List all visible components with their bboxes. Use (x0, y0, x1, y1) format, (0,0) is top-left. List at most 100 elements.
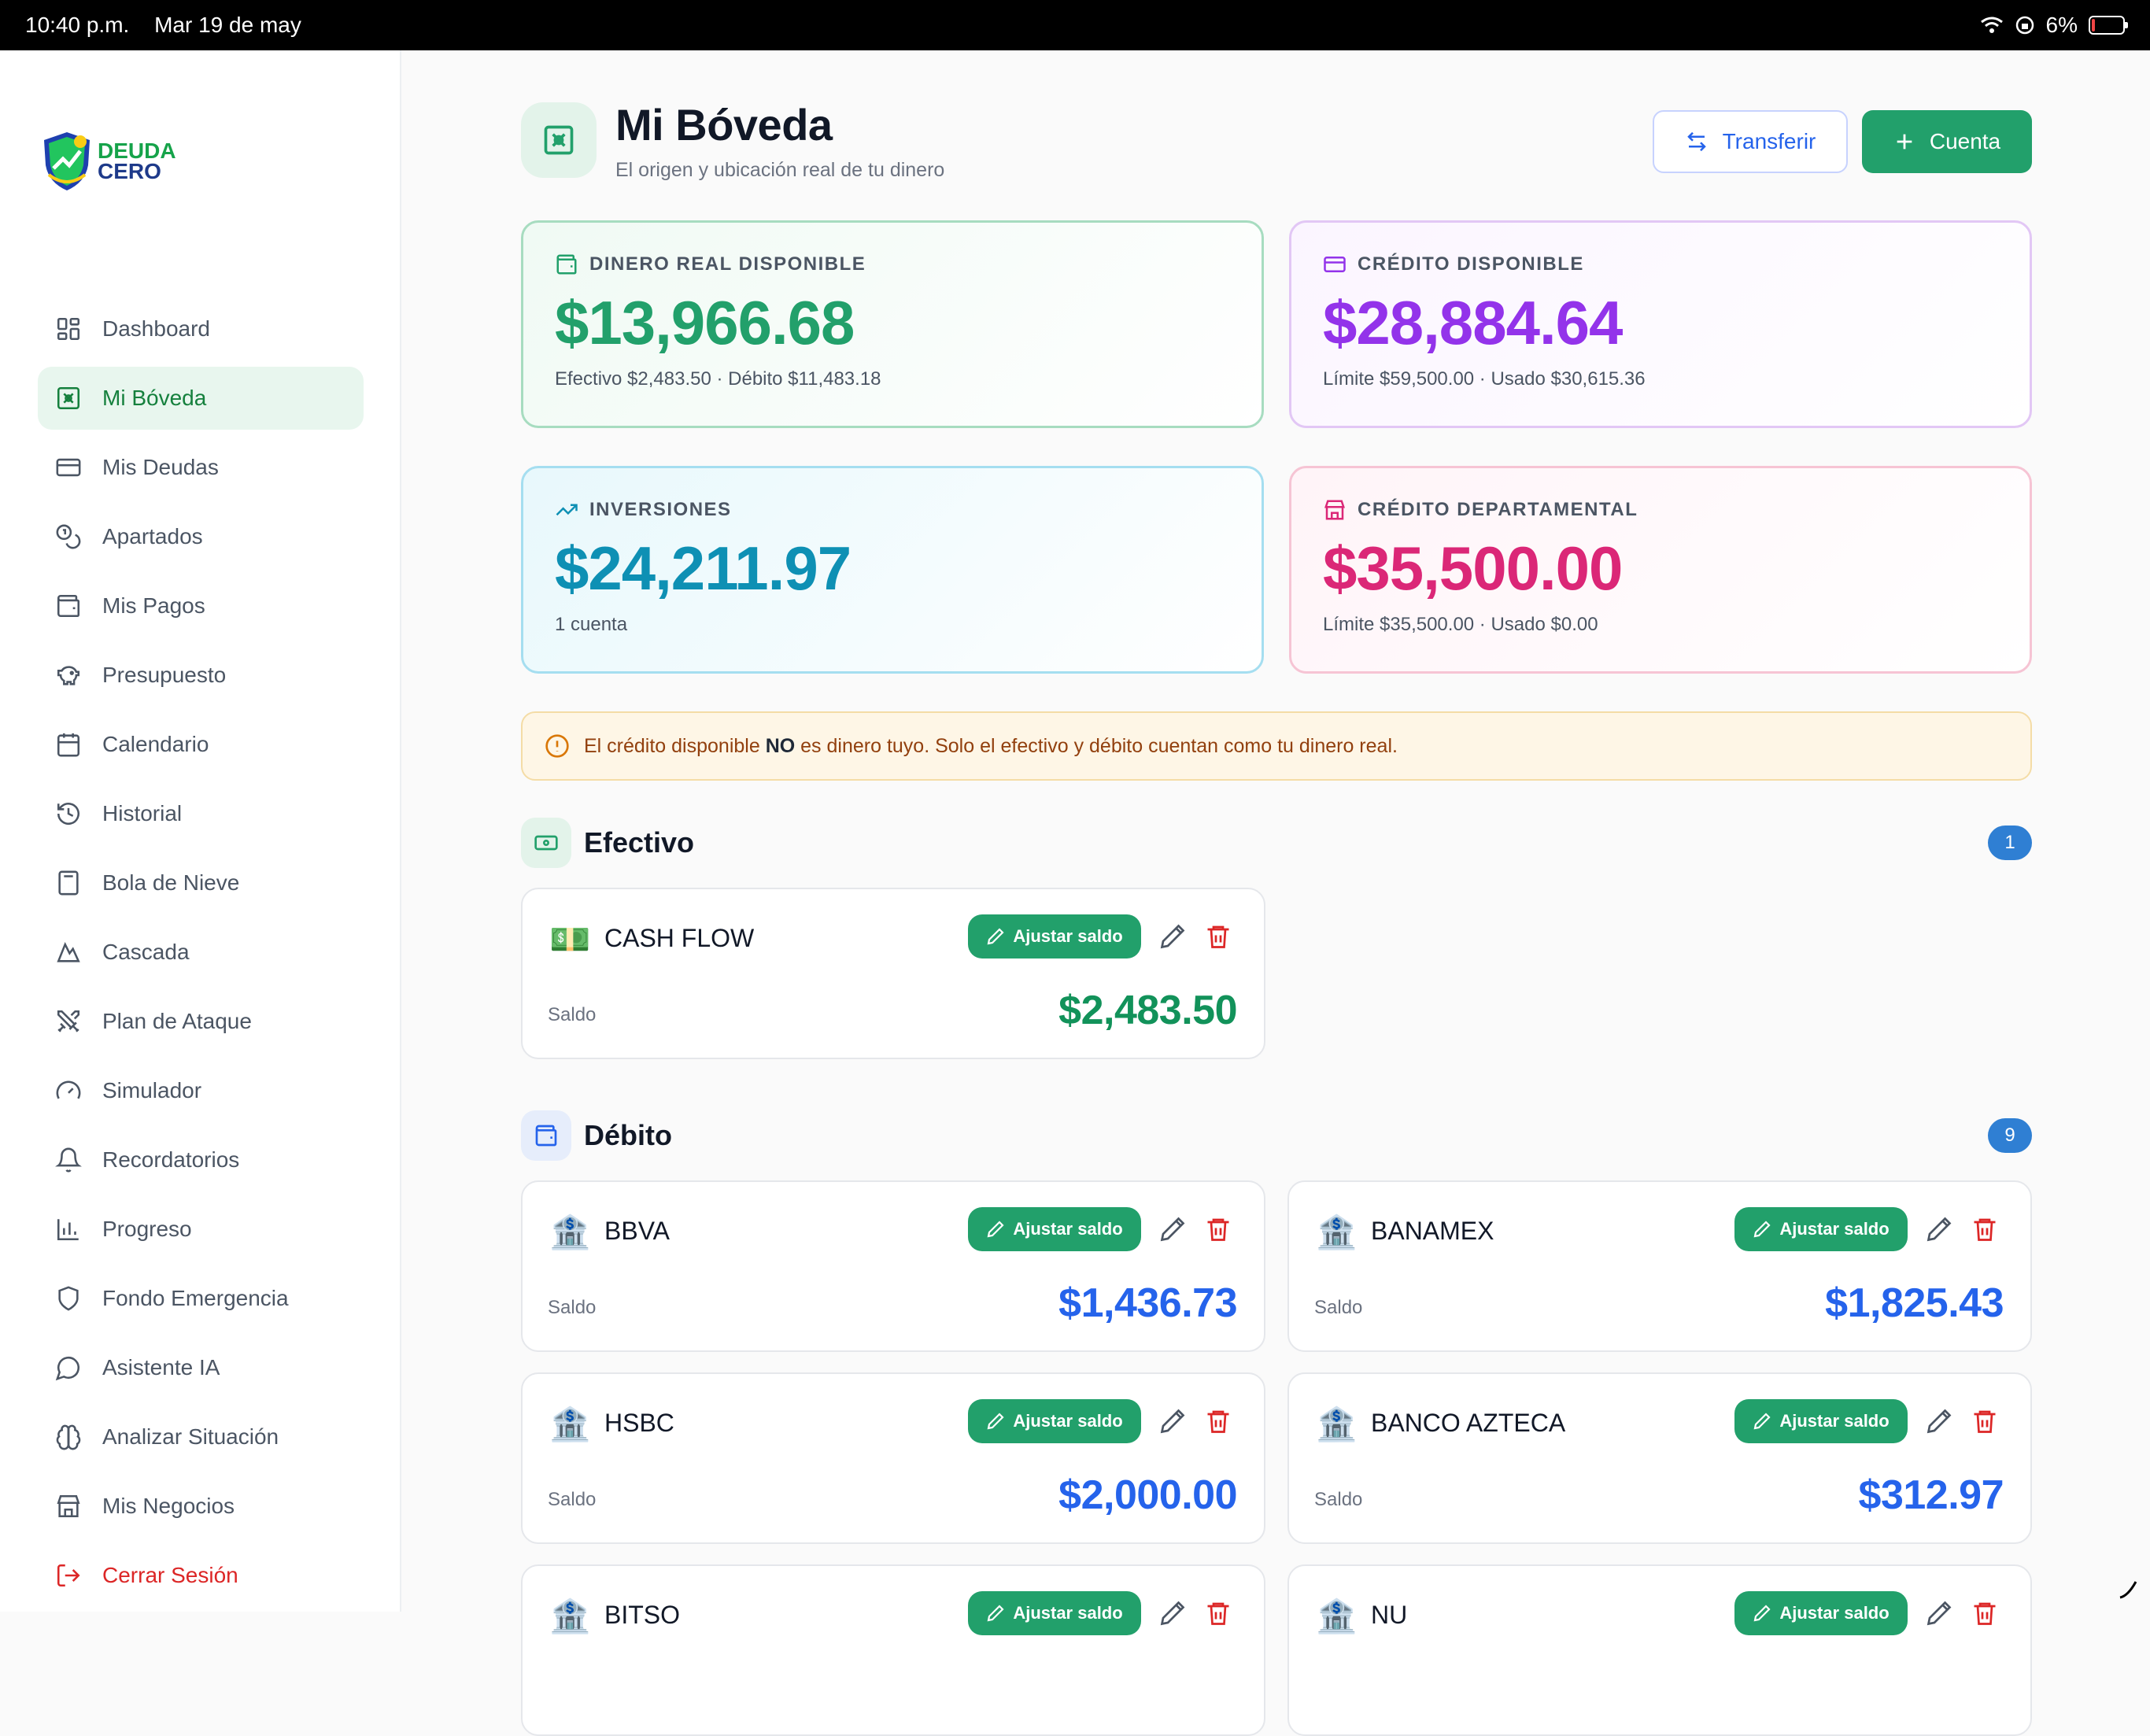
app-logo[interactable]: DEUDA CERO (41, 131, 176, 192)
sidebar-item-mi-boveda[interactable]: Mi Bóveda (38, 367, 364, 430)
sidebar-item-cascada[interactable]: Cascada (38, 921, 364, 984)
edit-icon[interactable] (1158, 922, 1187, 951)
gauge-icon (55, 1077, 82, 1104)
sidebar-item-label: Mi Bóveda (102, 386, 206, 411)
cash-count-badge: 1 (1988, 826, 2032, 860)
debit-count-badge: 9 (1988, 1118, 2032, 1153)
trash-icon[interactable] (1204, 1215, 1232, 1243)
logout-icon (55, 1562, 82, 1589)
bank-icon: 🏦 (1316, 1597, 1357, 1636)
bar-chart-icon (55, 1216, 82, 1243)
trash-icon[interactable] (1204, 1599, 1232, 1627)
battery-icon (2089, 16, 2125, 35)
real-money-card: DINERO REAL DISPONIBLE $13,966.68 Efecti… (521, 220, 1264, 428)
mountain-icon (55, 939, 82, 966)
piggy-bank-icon (55, 662, 82, 689)
sidebar-item-simulador[interactable]: Simulador (38, 1059, 364, 1122)
sidebar-item-cerrar-sesion[interactable]: Cerrar Sesión (38, 1544, 364, 1607)
money-emoji-icon: 💵 (549, 921, 590, 959)
pencil-icon (1753, 1412, 1771, 1431)
adjust-balance-button[interactable]: Ajustar saldo (1734, 1207, 1908, 1251)
account-card-banco-azteca: 🏦 BANCO AZTECA Ajustar saldo Saldo $312.… (1287, 1372, 2032, 1544)
vault-icon (55, 385, 82, 412)
adjust-balance-button[interactable]: Ajustar saldo (968, 1591, 1141, 1635)
sidebar-item-analizar-situacion[interactable]: Analizar Situación (38, 1405, 364, 1468)
trash-icon[interactable] (1204, 1407, 1232, 1435)
adjust-balance-label: Ajustar saldo (1013, 1219, 1122, 1239)
credit-card-icon (1323, 253, 1347, 276)
debit-section-title: Débito (584, 1119, 672, 1152)
adjust-balance-label: Ajustar saldo (1013, 926, 1122, 947)
card-label: DINERO REAL DISPONIBLE (555, 253, 1230, 276)
pencil-icon (1753, 1604, 1771, 1623)
trash-icon[interactable] (1971, 1407, 1999, 1435)
section-icon (521, 1110, 571, 1161)
account-card-hsbc: 🏦 HSBC Ajustar saldo Saldo $2,000.00 (521, 1372, 1265, 1544)
adjust-balance-button[interactable]: Ajustar saldo (968, 1207, 1141, 1251)
trash-icon[interactable] (1971, 1599, 1999, 1627)
edit-icon[interactable] (1158, 1599, 1187, 1627)
balance-label: Saldo (548, 1004, 596, 1026)
adjust-balance-button[interactable]: Ajustar saldo (968, 914, 1141, 958)
edit-icon[interactable] (1925, 1599, 1953, 1627)
brain-icon (55, 1424, 82, 1450)
sidebar-item-label: Analizar Situación (102, 1424, 279, 1450)
sidebar-item-recordatorios[interactable]: Recordatorios (38, 1128, 364, 1191)
vault-icon (541, 123, 576, 157)
status-time: 10:40 p.m. (25, 13, 129, 37)
balance-label: Saldo (1314, 1297, 1362, 1319)
sidebar-item-mis-negocios[interactable]: Mis Negocios (38, 1475, 364, 1538)
pencil-icon (986, 1604, 1005, 1623)
bank-icon: 🏦 (1316, 1213, 1357, 1252)
warning-text-before: El crédito disponible (584, 735, 766, 757)
adjust-balance-button[interactable]: Ajustar saldo (1734, 1591, 1908, 1635)
adjust-balance-button[interactable]: Ajustar saldo (1734, 1399, 1908, 1443)
transfer-button[interactable]: Transferir (1653, 110, 1848, 173)
add-account-button[interactable]: Cuenta (1862, 110, 2032, 173)
account-card-cash-flow: 💵 CASH FLOW Ajustar saldo Saldo $2,483.5… (521, 888, 1265, 1059)
edit-icon[interactable] (1158, 1215, 1187, 1243)
pencil-icon (986, 927, 1005, 946)
plus-icon (1893, 131, 1915, 153)
trash-icon[interactable] (1204, 922, 1232, 951)
card-label: CRÉDITO DEPARTAMENTAL (1323, 498, 1998, 522)
sidebar-item-label: Simulador (102, 1078, 201, 1103)
sidebar-item-fondo-emergencia[interactable]: Fondo Emergencia (38, 1267, 364, 1330)
credit-card: CRÉDITO DISPONIBLE $28,884.64 Límite $59… (1289, 220, 2032, 428)
edit-icon[interactable] (1158, 1407, 1187, 1435)
sidebar-item-progreso[interactable]: Progreso (38, 1198, 364, 1261)
account-balance: $312.97 (1859, 1472, 2004, 1519)
sidebar-item-calendario[interactable]: Calendario (38, 713, 364, 776)
edit-icon[interactable] (1925, 1215, 1953, 1243)
investments-detail: 1 cuenta (555, 614, 1230, 636)
arrows-exchange-icon (1685, 130, 1709, 153)
sidebar-item-mis-deudas[interactable]: Mis Deudas (38, 436, 364, 499)
sidebar: DEUDA CERO Dashboard Mi Bóveda Mis Deuda… (0, 50, 401, 1612)
sidebar-item-mis-pagos[interactable]: Mis Pagos (38, 574, 364, 637)
bank-icon: 🏦 (549, 1405, 590, 1444)
account-name: CASH FLOW (604, 924, 754, 953)
sidebar-item-presupuesto[interactable]: Presupuesto (38, 644, 364, 707)
pencil-icon (986, 1412, 1005, 1431)
edit-icon[interactable] (1925, 1407, 1953, 1435)
bank-icon: 🏦 (549, 1213, 590, 1252)
calculator-icon (55, 870, 82, 896)
balance-label: Saldo (548, 1489, 596, 1511)
trash-icon[interactable] (1971, 1215, 1999, 1243)
sidebar-item-plan-de-ataque[interactable]: Plan de Ataque (38, 990, 364, 1053)
page-icon (521, 102, 597, 178)
store-icon (1323, 498, 1347, 522)
account-name: BANAMEX (1371, 1217, 1494, 1246)
warning-text-bold: NO (766, 735, 796, 757)
sidebar-item-dashboard[interactable]: Dashboard (38, 297, 364, 360)
sidebar-item-label: Cascada (102, 940, 190, 965)
dashboard-icon (55, 316, 82, 342)
account-balance: $2,483.50 (1058, 987, 1237, 1034)
sidebar-item-apartados[interactable]: Apartados (38, 505, 364, 568)
adjust-balance-button[interactable]: Ajustar saldo (968, 1399, 1141, 1443)
sidebar-item-asistente-ia[interactable]: Asistente IA (38, 1336, 364, 1399)
sidebar-item-bola-de-nieve[interactable]: Bola de Nieve (38, 851, 364, 914)
logo-line-2: CERO (98, 161, 176, 182)
sidebar-item-historial[interactable]: Historial (38, 782, 364, 845)
sidebar-item-label: Mis Pagos (102, 593, 205, 619)
